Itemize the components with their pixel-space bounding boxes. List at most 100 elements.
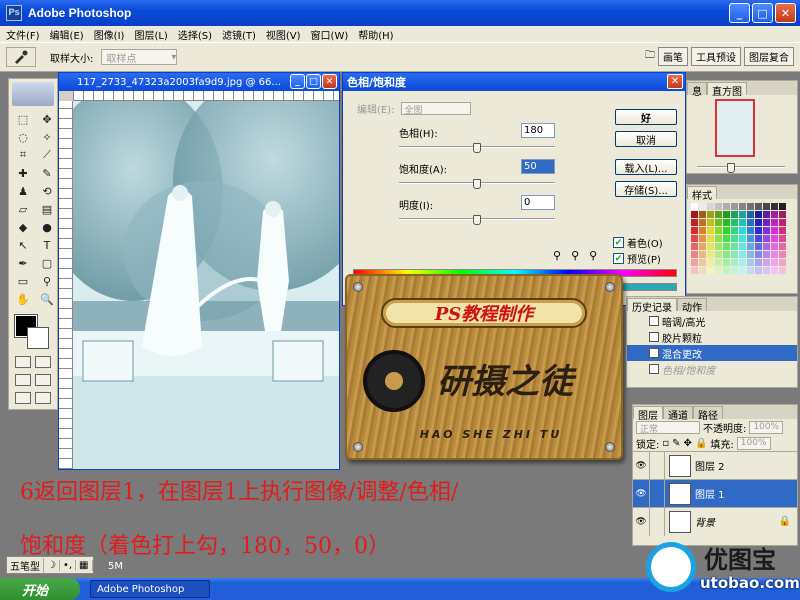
- menu-edit[interactable]: 编辑(E): [50, 27, 84, 42]
- swatch[interactable]: [707, 203, 714, 210]
- close-button[interactable]: ✕: [775, 3, 796, 23]
- screen-mode-standard[interactable]: [15, 374, 31, 386]
- blur-tool-icon[interactable]: ◆: [13, 219, 33, 235]
- swatch[interactable]: [723, 203, 730, 210]
- swatch[interactable]: [747, 259, 754, 266]
- ok-button[interactable]: 好: [615, 109, 677, 125]
- saturation-input[interactable]: 50: [521, 159, 555, 174]
- swatch[interactable]: [739, 227, 746, 234]
- swatch[interactable]: [731, 211, 738, 218]
- minimize-button[interactable]: _: [729, 3, 750, 23]
- swatch[interactable]: [731, 203, 738, 210]
- ime-half-width-icon[interactable]: ☽: [44, 559, 60, 571]
- tab-info[interactable]: 息: [687, 82, 707, 98]
- background-color[interactable]: [27, 327, 49, 349]
- layer-link-cell[interactable]: [649, 507, 665, 536]
- swatch[interactable]: [691, 243, 698, 250]
- swatch[interactable]: [715, 243, 722, 250]
- swatch[interactable]: [779, 219, 786, 226]
- swatch[interactable]: [699, 203, 706, 210]
- tab-history[interactable]: 历史记录: [627, 298, 677, 314]
- eye-icon[interactable]: 👁: [633, 517, 649, 527]
- swatch[interactable]: [771, 259, 778, 266]
- swatch[interactable]: [763, 219, 770, 226]
- swatch[interactable]: [691, 219, 698, 226]
- sample-size-select[interactable]: 取样点 ▾: [101, 49, 178, 65]
- eraser-tool-icon[interactable]: ▱: [13, 201, 33, 217]
- layer-row[interactable]: 👁 背景 🔒: [633, 507, 797, 536]
- lock-image-icon[interactable]: ✎: [672, 438, 680, 449]
- swatch[interactable]: [715, 203, 722, 210]
- opacity-input[interactable]: 100%: [749, 420, 784, 434]
- swatch[interactable]: [755, 251, 762, 258]
- tab-paths[interactable]: 路径: [693, 406, 723, 422]
- tool-preset-picker[interactable]: [6, 47, 36, 67]
- swatch[interactable]: [723, 235, 730, 242]
- swatch[interactable]: [739, 259, 746, 266]
- slice-tool-icon[interactable]: ⟋: [37, 147, 57, 163]
- taskbar-item-photoshop[interactable]: Adobe Photoshop: [90, 580, 210, 598]
- swatch[interactable]: [747, 243, 754, 250]
- menu-image[interactable]: 图像(I): [94, 27, 125, 42]
- swatch[interactable]: [771, 227, 778, 234]
- swatch[interactable]: [771, 251, 778, 258]
- menu-file[interactable]: 文件(F): [6, 27, 40, 42]
- load-button[interactable]: 载入(L)...: [615, 159, 677, 175]
- save-button[interactable]: 存储(S)...: [615, 181, 677, 197]
- swatch[interactable]: [715, 211, 722, 218]
- navigator-preview[interactable]: [715, 99, 755, 157]
- type-tool-icon[interactable]: T: [37, 237, 57, 253]
- file-browser-icon[interactable]: 🗀: [645, 48, 655, 65]
- history-item[interactable]: 胶片颗粒: [627, 329, 797, 345]
- swatch[interactable]: [763, 235, 770, 242]
- history-brush-tool-icon[interactable]: ⟲: [37, 183, 57, 199]
- tab-channels[interactable]: 通道: [663, 406, 693, 422]
- lightness-slider[interactable]: [399, 215, 555, 225]
- lock-all-icon[interactable]: 🔒: [695, 438, 707, 449]
- doc-close-button[interactable]: ✕: [322, 74, 337, 89]
- doc-minimize-button[interactable]: _: [290, 74, 305, 89]
- tab-actions[interactable]: 动作: [677, 298, 707, 314]
- swatch[interactable]: [739, 243, 746, 250]
- swatch[interactable]: [771, 235, 778, 242]
- swatch[interactable]: [739, 219, 746, 226]
- swatch[interactable]: [739, 235, 746, 242]
- swatch[interactable]: [699, 219, 706, 226]
- marquee-tool-icon[interactable]: ⬚: [13, 111, 33, 127]
- swatch[interactable]: [715, 267, 722, 274]
- swatch[interactable]: [715, 259, 722, 266]
- screen-mode-full[interactable]: [15, 392, 31, 404]
- menu-view[interactable]: 视图(V): [266, 27, 301, 42]
- tab-histogram[interactable]: 直方图: [707, 82, 747, 98]
- swatch[interactable]: [771, 219, 778, 226]
- healing-brush-tool-icon[interactable]: ✚: [13, 165, 33, 181]
- start-button[interactable]: 开始: [0, 578, 80, 600]
- swatch[interactable]: [747, 235, 754, 242]
- zoom-slider[interactable]: [697, 163, 785, 173]
- menu-layer[interactable]: 图层(L): [134, 27, 167, 42]
- swatch[interactable]: [763, 259, 770, 266]
- magic-wand-tool-icon[interactable]: ✧: [37, 129, 57, 145]
- edit-select[interactable]: 全图: [400, 102, 471, 116]
- saturation-slider[interactable]: [399, 179, 555, 189]
- swatch[interactable]: [771, 243, 778, 250]
- swatch[interactable]: [739, 203, 746, 210]
- jump-to-imageready[interactable]: [35, 392, 51, 404]
- lock-transparency-icon[interactable]: ▫: [662, 438, 669, 449]
- zoom-slider-thumb[interactable]: [727, 163, 735, 173]
- swatch[interactable]: [755, 259, 762, 266]
- swatch[interactable]: [739, 211, 746, 218]
- ime-mode[interactable]: 五笔型: [7, 557, 44, 573]
- ime-punctuation-icon[interactable]: •,: [60, 559, 77, 571]
- swatch[interactable]: [763, 243, 770, 250]
- swatch[interactable]: [763, 267, 770, 274]
- swatch[interactable]: [755, 219, 762, 226]
- blend-mode-select[interactable]: 正常: [636, 420, 700, 435]
- paintbrush-icon[interactable]: [649, 479, 665, 508]
- swatch[interactable]: [779, 251, 786, 258]
- swatch[interactable]: [747, 203, 754, 210]
- hand-tool-icon[interactable]: ✋: [13, 291, 33, 307]
- path-selection-tool-icon[interactable]: ↖: [13, 237, 33, 253]
- lightness-input[interactable]: 0: [521, 195, 555, 210]
- eyedropper-minus-icon[interactable]: ⚲: [589, 249, 597, 262]
